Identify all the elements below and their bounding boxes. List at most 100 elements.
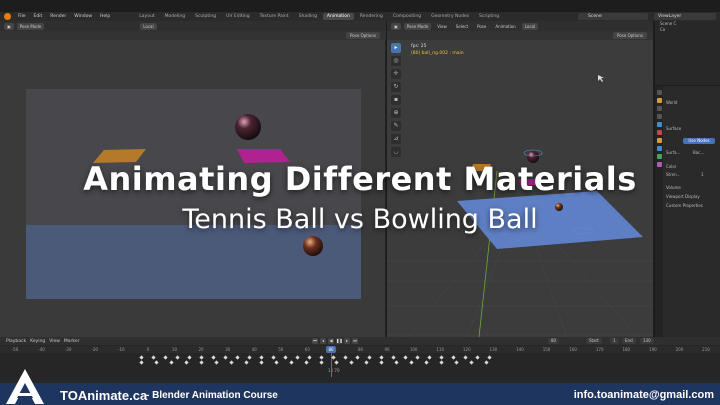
keyframe[interactable]: [475, 355, 480, 360]
keyframe[interactable]: [379, 360, 384, 365]
use-nodes-button[interactable]: Use Nodes: [683, 138, 715, 144]
keyframe[interactable]: [199, 355, 204, 360]
transform-orientation-selector[interactable]: Local: [521, 22, 539, 30]
current-frame-indicator[interactable]: 80: [326, 346, 336, 353]
current-frame-field[interactable]: 80: [548, 338, 560, 344]
menu-help[interactable]: Help: [97, 14, 113, 19]
menu-select[interactable]: Select: [453, 23, 471, 30]
keyframe[interactable]: [379, 355, 384, 360]
keyframe[interactable]: [214, 360, 219, 365]
tab-layout[interactable]: Layout: [135, 13, 158, 20]
keyframe[interactable]: [355, 355, 360, 360]
keyframe[interactable]: [463, 355, 468, 360]
keyframe[interactable]: [451, 355, 456, 360]
keyframe[interactable]: [469, 360, 474, 365]
timeline[interactable]: Playback Keying View Marker ⏮ ◂ ◀ ❚❚ ▸ ⏭…: [0, 337, 720, 383]
play-reverse-icon[interactable]: ◀: [328, 338, 334, 344]
keyframe[interactable]: [484, 360, 489, 365]
keyframe[interactable]: [271, 355, 276, 360]
measure-tool-icon[interactable]: ⊿: [391, 134, 401, 144]
mode-selector[interactable]: Pose Mode: [403, 22, 432, 30]
blender-logo-icon[interactable]: [4, 13, 11, 20]
keyframe[interactable]: [307, 355, 312, 360]
keyframe[interactable]: [151, 355, 156, 360]
keyframe[interactable]: [154, 360, 159, 365]
menu-pose[interactable]: Pose: [474, 23, 489, 30]
tab-shading[interactable]: Shading: [295, 13, 321, 20]
keyframe[interactable]: [283, 355, 288, 360]
keyframe[interactable]: [274, 360, 279, 365]
menu-window[interactable]: Window: [71, 14, 95, 19]
keyframe[interactable]: [415, 355, 420, 360]
scene-tab-icon[interactable]: [656, 122, 662, 127]
rotate-tool-icon[interactable]: ↻: [391, 82, 401, 92]
menu-keying[interactable]: Keying: [30, 339, 45, 344]
tab-animation[interactable]: Animation: [322, 13, 354, 20]
pose-options-button[interactable]: Pose Options: [613, 32, 647, 39]
keyframe[interactable]: [391, 355, 396, 360]
keyframe[interactable]: [349, 360, 354, 365]
start-field[interactable]: 1: [610, 338, 619, 344]
keyframe[interactable]: [244, 360, 249, 365]
annotate-tool-icon[interactable]: ✎: [391, 121, 401, 131]
select-tool-icon[interactable]: ▸: [391, 43, 401, 53]
keyframe[interactable]: [247, 355, 252, 360]
keyframe[interactable]: [211, 355, 216, 360]
menu-marker[interactable]: Marker: [64, 339, 80, 344]
relax-tool-icon[interactable]: ◡: [391, 147, 401, 157]
keyframe[interactable]: [409, 360, 414, 365]
keyframe[interactable]: [139, 360, 144, 365]
view-layer-tab-icon[interactable]: [656, 114, 662, 119]
tab-uv-editing[interactable]: UV Editing: [222, 13, 253, 20]
keyframe[interactable]: [424, 360, 429, 365]
keyframe[interactable]: [289, 360, 294, 365]
keyframe[interactable]: [184, 360, 189, 365]
surface-section[interactable]: Surface: [666, 126, 681, 131]
modifier-tab-icon[interactable]: [656, 146, 662, 151]
keyframe[interactable]: [343, 355, 348, 360]
menu-render[interactable]: Render: [47, 14, 69, 19]
keyframe[interactable]: [235, 355, 240, 360]
menu-view[interactable]: View: [434, 23, 450, 30]
output-tab-icon[interactable]: [656, 106, 662, 111]
jump-start-icon[interactable]: ⏮: [312, 338, 318, 344]
keyframe[interactable]: [439, 355, 444, 360]
keyframe[interactable]: [169, 360, 174, 365]
keyframe[interactable]: [223, 355, 228, 360]
keyframe[interactable]: [199, 360, 204, 365]
keyframe[interactable]: [259, 360, 264, 365]
keyframe[interactable]: [454, 360, 459, 365]
outliner-row[interactable]: [655, 57, 720, 63]
view-layer-selector[interactable]: ViewLayer: [654, 13, 716, 20]
outliner[interactable]: Scene C Co: [654, 21, 720, 85]
tab-sculpting[interactable]: Sculpting: [191, 13, 220, 20]
tab-texture-paint[interactable]: Texture Paint: [256, 13, 293, 20]
keyframe[interactable]: [259, 355, 264, 360]
keyframe[interactable]: [175, 355, 180, 360]
surface-field-value[interactable]: Bac...: [693, 150, 704, 155]
editor-type-button[interactable]: ▣: [391, 22, 401, 30]
keyframe[interactable]: [427, 355, 432, 360]
keyframe[interactable]: [319, 360, 324, 365]
keyframe[interactable]: [295, 355, 300, 360]
keyframe[interactable]: [139, 355, 144, 360]
keyframe[interactable]: [334, 360, 339, 365]
render-tab-icon[interactable]: [656, 98, 662, 103]
timeline-ruler[interactable]: -50-40-30-20-100102030405060708090100110…: [0, 346, 720, 353]
tab-scripting[interactable]: Scripting: [475, 13, 503, 20]
end-field[interactable]: 130: [640, 338, 654, 344]
keyframe[interactable]: [364, 360, 369, 365]
keyframe[interactable]: [331, 355, 336, 360]
keyframe[interactable]: [229, 360, 234, 365]
scene-selector[interactable]: Scene: [578, 13, 648, 20]
cursor-tool-icon[interactable]: ◎: [391, 56, 401, 66]
menu-animation[interactable]: Animation: [492, 23, 518, 30]
keyframe[interactable]: [163, 355, 168, 360]
prev-key-icon[interactable]: ◂: [320, 338, 326, 344]
tool-tab-icon[interactable]: [656, 90, 662, 95]
keyframe[interactable]: [394, 360, 399, 365]
physics-tab-icon[interactable]: [656, 154, 662, 159]
keyframe[interactable]: [403, 355, 408, 360]
keyframe[interactable]: [367, 355, 372, 360]
tab-compositing[interactable]: Compositing: [389, 13, 425, 20]
